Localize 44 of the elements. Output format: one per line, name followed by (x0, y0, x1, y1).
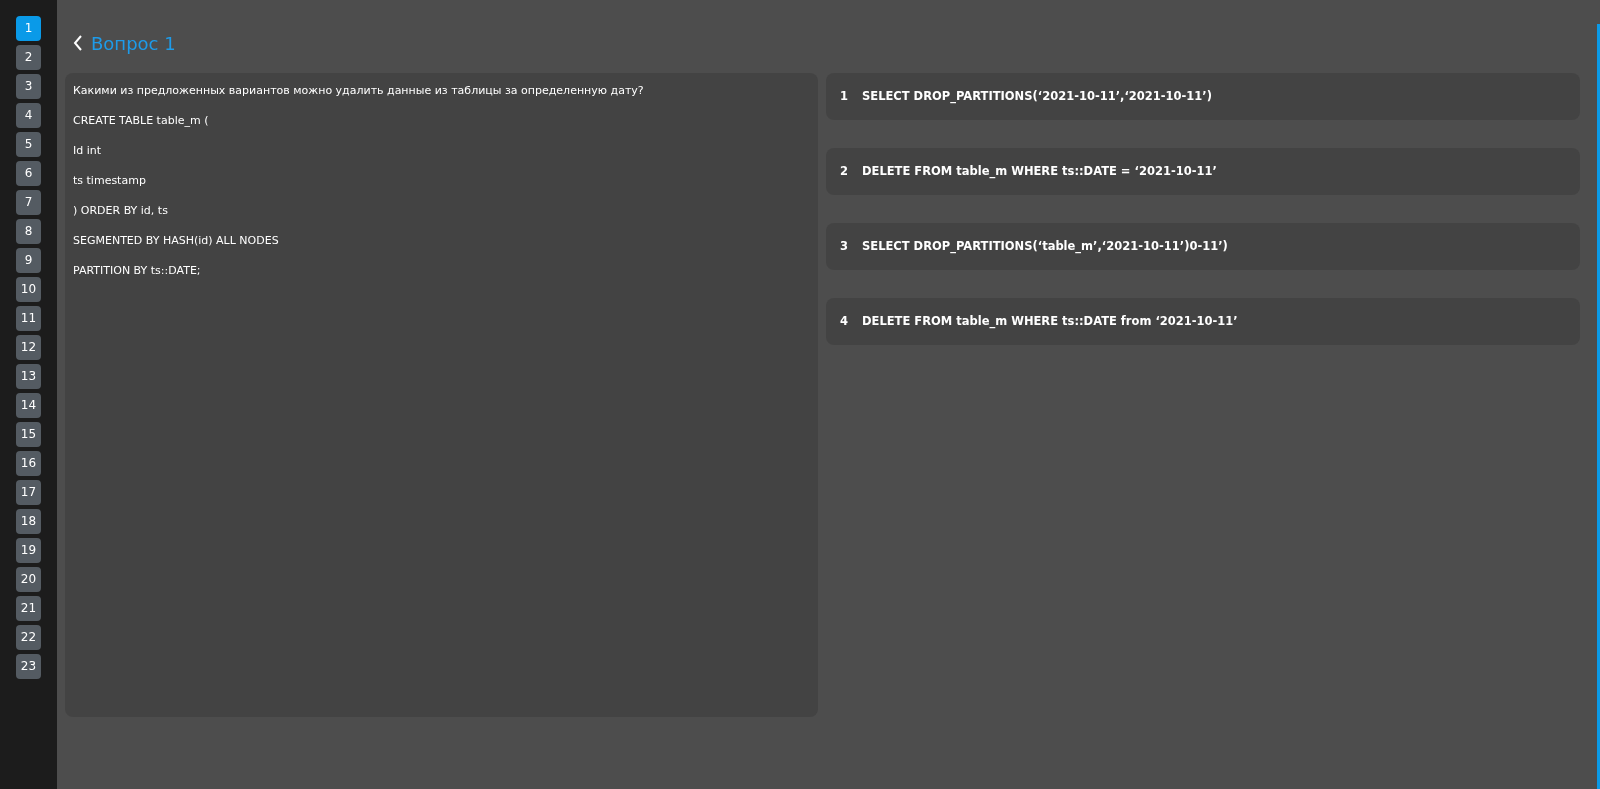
question-number-button[interactable]: 22 (16, 625, 41, 650)
question-number-button[interactable]: 16 (16, 451, 41, 476)
question-text: CREATE TABLE table_m ( (73, 113, 210, 128)
question-number-button[interactable]: 17 (16, 480, 41, 505)
question-number-button[interactable]: 4 (16, 103, 41, 128)
question-number-button[interactable]: 14 (16, 393, 41, 418)
question-number-button[interactable]: 20 (16, 567, 41, 592)
question-number-button[interactable]: 23 (16, 654, 41, 679)
answer-option[interactable]: 2 DELETE FROM table_m WHERE ts::DATE = ‘2021-10-11’ (826, 148, 1580, 195)
answer-text: DELETE FROM table_m WHERE ts::DATE = ‘2021-10-11’ (862, 162, 1217, 181)
answer-number: 1 (840, 87, 849, 105)
answer-option[interactable]: 4 DELETE FROM table_m WHERE ts::DATE from ‘2021-10-11’ (826, 298, 1580, 345)
question-title: Вопрос 1 (91, 31, 176, 56)
answer-text: SELECT DROP_PARTITIONS(‘table_m’,‘2021-10-11’)0-11’) (862, 237, 1228, 256)
question-number-button[interactable]: 6 (16, 161, 41, 186)
question-number-button[interactable]: 21 (16, 596, 41, 621)
question-text: SEGMENTED BY HASH(id) ALL NODES (73, 233, 280, 248)
answer-text: DELETE FROM table_m WHERE ts::DATE from ‘2021-10-11’ (862, 312, 1238, 331)
question-number-button[interactable]: 13 (16, 364, 41, 389)
question-number-button[interactable]: 8 (16, 219, 41, 244)
question-number-button[interactable]: 15 (16, 422, 41, 447)
question-number-button[interactable]: 10 (16, 277, 41, 302)
question-text: Какими из предложенных вариантов можно удалить данные из таблицы за определенную дату? (73, 83, 645, 98)
question-number-button[interactable]: 2 (16, 45, 41, 70)
question-number-button[interactable]: 7 (16, 190, 41, 215)
question-number-button[interactable]: 5 (16, 132, 41, 157)
question-number-button[interactable]: 3 (16, 74, 41, 99)
question-text: ts timestamp (73, 173, 147, 188)
question-number-button[interactable]: 9 (16, 248, 41, 273)
question-number-button[interactable]: 12 (16, 335, 41, 360)
answer-option[interactable]: 1 SELECT DROP_PARTITIONS(‘2021-10-11’,‘2021-10-11’) (826, 73, 1580, 120)
question-text: Id int (73, 143, 103, 158)
answer-option[interactable]: 3 SELECT DROP_PARTITIONS(‘table_m’,‘2021-10-11’)0-11’) (826, 223, 1580, 270)
back-chevron-icon[interactable] (73, 35, 83, 51)
scrollbar[interactable] (1597, 24, 1600, 789)
answer-text: SELECT DROP_PARTITIONS(‘2021-10-11’,‘2021-10-11’) (862, 87, 1212, 106)
answer-number: 2 (840, 162, 849, 180)
answer-number: 4 (840, 312, 849, 330)
answer-number: 3 (840, 237, 849, 255)
question-number-button[interactable]: 18 (16, 509, 41, 534)
question-number-button[interactable]: 11 (16, 306, 41, 331)
question-text: PARTITION BY ts::DATE; (73, 263, 202, 278)
question-text: ) ORDER BY id, ts (73, 203, 169, 218)
question-number-button[interactable]: 19 (16, 538, 41, 563)
